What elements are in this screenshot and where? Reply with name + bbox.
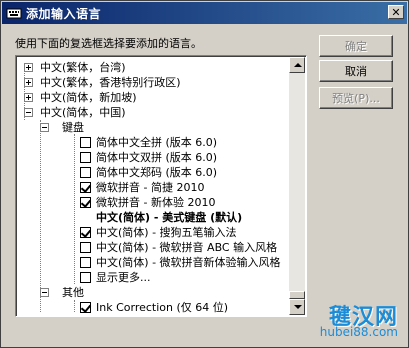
- scroll-thumb[interactable]: [289, 291, 305, 299]
- tree-row[interactable]: 微软拼音 - 新体验 2010: [18, 195, 290, 210]
- tree-row[interactable]: 中文(简体) - 美式键盘 (默认): [18, 210, 290, 225]
- tree-connector-line: [74, 300, 75, 312]
- language-checkbox[interactable]: [80, 152, 91, 163]
- tree-row-label: 中文(简体) - 微软拼音 ABC 输入风格: [96, 241, 278, 254]
- tree-row-label: 中文(简体，中国): [40, 106, 126, 119]
- window-title: 添加输入语言: [26, 6, 102, 21]
- tree-row-label: 中文(简体) - 美式键盘 (默认): [96, 211, 243, 224]
- tree-row[interactable]: 中文(简体) - 搜狗五笔输入法: [18, 225, 290, 240]
- tree-row-label: 中文(简体) - 微软拼音新体验输入风格: [96, 256, 281, 269]
- tree-row[interactable]: 中文(简体，新加坡): [18, 90, 290, 105]
- scroll-up-button[interactable]: [289, 57, 305, 73]
- tree-row[interactable]: 微软拼音 - 简捷 2010: [18, 180, 290, 195]
- site-watermark: 毽汉网 hubei88.com: [270, 299, 402, 343]
- tree-connector-line: [74, 134, 75, 284]
- language-checkbox[interactable]: [80, 227, 91, 238]
- language-checkbox[interactable]: [80, 272, 91, 283]
- language-checkbox[interactable]: [80, 182, 91, 193]
- preview-button[interactable]: 预览(P)...: [319, 87, 393, 109]
- tree-row-label: 简体中文全拼 (版本 6.0): [96, 136, 218, 149]
- expand-icon[interactable]: [24, 93, 33, 102]
- tree-row-label: 显示更多...: [96, 271, 151, 284]
- tree-row[interactable]: 中文(繁体，台湾): [18, 60, 290, 75]
- language-checkbox[interactable]: [80, 167, 91, 178]
- tree-row-label: 简体中文双拼 (版本 6.0): [96, 151, 218, 164]
- tree-row-label: Ink Correction (仅 64 位): [96, 301, 229, 314]
- arrow-up-icon: [294, 63, 302, 67]
- language-checkbox[interactable]: [80, 302, 91, 313]
- tree-row-label: 微软拼音 - 简捷 2010: [96, 181, 205, 194]
- expand-icon[interactable]: [24, 78, 33, 87]
- tree-row[interactable]: 简体中文郑码 (版本 6.0): [18, 165, 290, 180]
- collapse-icon[interactable]: [24, 108, 33, 117]
- language-checkbox[interactable]: [80, 257, 91, 268]
- tree-row-label: 中文(简体) - 搜狗五笔输入法: [96, 226, 237, 239]
- vertical-scrollbar[interactable]: [289, 57, 305, 315]
- tree-row[interactable]: 显示更多...: [18, 270, 290, 285]
- cancel-button[interactable]: 取消: [319, 60, 393, 82]
- tree-row[interactable]: 中文(简体) - 微软拼音 ABC 输入风格: [18, 240, 290, 255]
- tree-row[interactable]: Ink Correction (仅 64 位): [18, 300, 290, 314]
- watermark-url: hubei88.com: [319, 325, 398, 339]
- tree-content: 中文(繁体，台湾) 中文(繁体，香港特别行政区) 中文(简体，新加坡) 中文(简体，中…: [18, 58, 290, 314]
- keyboard-icon: [6, 5, 22, 21]
- tree-row[interactable]: 简体中文双拼 (版本 6.0): [18, 150, 290, 165]
- tree-row-label: 简体中文郑码 (版本 6.0): [96, 166, 218, 179]
- tree-row[interactable]: 中文(繁体，香港特别行政区): [18, 75, 290, 90]
- expand-icon[interactable]: [24, 63, 33, 72]
- add-input-language-dialog: 添加输入语言 ✕ 使用下面的复选框选择要添加的语言。 中文(繁体，台湾) 中文(繁…: [0, 0, 409, 348]
- close-button[interactable]: ✕: [388, 5, 404, 19]
- tree-row[interactable]: 简体中文全拼 (版本 6.0): [18, 135, 290, 150]
- tree-row-label: 中文(繁体，台湾): [40, 61, 126, 74]
- tree-row[interactable]: 中文(简体) - 微软拼音新体验输入风格: [18, 255, 290, 270]
- ok-button[interactable]: 确定: [319, 35, 393, 57]
- tree-row-label: 键盘: [62, 121, 84, 134]
- language-checkbox[interactable]: [80, 242, 91, 253]
- tree-row[interactable]: 键盘: [18, 120, 290, 135]
- collapse-icon[interactable]: [40, 123, 49, 132]
- collapse-icon[interactable]: [40, 288, 49, 297]
- tree-row-label: 其他: [62, 286, 84, 299]
- tree-connector-line: [40, 120, 41, 312]
- language-checkbox[interactable]: [80, 197, 91, 208]
- instruction-text: 使用下面的复选框选择要添加的语言。: [15, 37, 202, 50]
- tree-row-label: 中文(简体，新加坡): [40, 91, 137, 104]
- language-tree[interactable]: 中文(繁体，台湾) 中文(繁体，香港特别行政区) 中文(简体，新加坡) 中文(简体，中…: [15, 55, 307, 317]
- language-checkbox[interactable]: [80, 137, 91, 148]
- title-bar[interactable]: 添加输入语言 ✕: [2, 2, 407, 24]
- tree-row[interactable]: 中文(简体，中国): [18, 105, 290, 120]
- tree-row[interactable]: 其他: [18, 285, 290, 300]
- tree-connector-line: [24, 68, 25, 120]
- tree-row-label: 微软拼音 - 新体验 2010: [96, 196, 216, 209]
- tree-row-label: 中文(繁体，香港特别行政区): [40, 76, 181, 89]
